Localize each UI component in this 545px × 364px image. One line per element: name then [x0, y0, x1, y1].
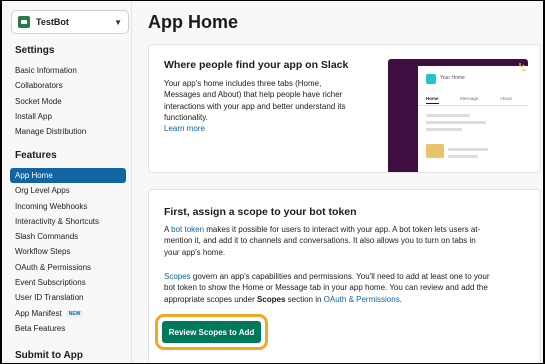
app-switcher[interactable]: TestBot ▼: [11, 10, 129, 34]
para2-line: Scopes govern an app's capabilities and …: [164, 271, 539, 282]
features-section-title: Features: [15, 150, 57, 161]
features-nav: App Home Org Level Apps Incoming Webhook…: [2, 168, 132, 336]
sidebar-item-socket-mode[interactable]: Socket Mode: [2, 94, 132, 109]
para1-line: A bot token makes it possible for users …: [164, 224, 539, 235]
sidebar-item-basic-information[interactable]: Basic Information: [2, 63, 132, 78]
sidebar-item-org-level-apps[interactable]: Org Level Apps: [2, 183, 132, 198]
new-badge: NEW: [65, 309, 84, 318]
desc-line: functionality.: [164, 112, 208, 122]
desc-line: Messages and About) that help people hav…: [164, 90, 343, 100]
para1-line: mention it, and add it to channels and c…: [164, 236, 476, 246]
sidebar-item-beta-features[interactable]: Beta Features: [2, 321, 132, 336]
preview-panel: Your Home Home Message About: [418, 66, 528, 172]
app-config-window: TestBot ▼ Settings Basic Information Col…: [2, 1, 543, 363]
para2-line: appropriate scopes under Scopes section …: [164, 294, 539, 305]
chevron-down-icon: ▼: [114, 17, 122, 27]
preview-tabs: Home Message About: [418, 96, 528, 106]
settings-section-title: Settings: [15, 45, 55, 56]
text: makes it possible for users to interact …: [204, 225, 481, 234]
scopes-bold: Scopes: [256, 294, 286, 304]
para2-line: bot token to show the Home or Message ta…: [164, 283, 488, 293]
sidebar-item-slash-commands[interactable]: Slash Commands: [2, 229, 132, 244]
page-title: App Home: [148, 12, 238, 32]
sidebar-item-incoming-webhooks[interactable]: Incoming Webhooks: [2, 199, 132, 214]
desc-line: Your app's home includes three tabs (Hom…: [164, 79, 322, 88]
preview-line: [426, 121, 486, 124]
submit-section-title: Submit to App: [15, 350, 83, 361]
text: appropriate scopes under: [164, 294, 257, 304]
card-description: Your app's home includes three tabs (Hom…: [164, 78, 384, 134]
sidebar-item-user-id-translation[interactable]: User ID Translation: [2, 290, 132, 305]
sidebar-item-oauth-permissions[interactable]: OAuth & Permissions: [2, 260, 132, 275]
review-scopes-button[interactable]: Review Scopes to Add: [162, 321, 261, 343]
desc-line: interactions with your app and better un…: [164, 101, 346, 111]
preview-tab-about: About: [500, 96, 512, 101]
app-home-preview-illustration: Your Home Home Message About: [388, 59, 528, 172]
scopes-link[interactable]: Scopes: [164, 272, 191, 281]
preview-tab-message: Message: [460, 96, 479, 101]
sidebar-item-app-home[interactable]: App Home: [10, 168, 126, 184]
sidebar-item-label: App Manifest: [15, 308, 62, 318]
app-home-info-card: Where people find your app on Slack Your…: [148, 44, 541, 173]
scopes-description: Scopes govern an app's capabilities and …: [164, 271, 539, 305]
preview-tab-home: Home: [426, 96, 439, 104]
button-highlight: Review Scopes to Add: [155, 314, 268, 350]
oauth-permissions-link[interactable]: OAuth & Permissions: [324, 295, 400, 304]
sparkle-icon: [519, 63, 526, 71]
sidebar-item-interactivity[interactable]: Interactivity & Shortcuts: [2, 214, 132, 229]
text: govern an app's capabilities and permiss…: [190, 272, 490, 281]
sidebar-item-app-manifest[interactable]: App Manifest NEW: [2, 306, 132, 321]
preview-image: [426, 144, 444, 158]
sidebar-item-manage-distribution[interactable]: Manage Distribution: [2, 124, 132, 139]
text: .: [399, 294, 402, 304]
settings-nav: Basic Information Collaborators Socket M…: [2, 63, 132, 139]
preview-line: [448, 148, 488, 151]
app-name: TestBot: [36, 17, 69, 27]
sidebar-item-collaborators[interactable]: Collaborators: [2, 78, 132, 93]
card-title: First, assign a scope to your bot token: [164, 206, 357, 218]
sidebar-item-install-app[interactable]: Install App: [2, 109, 132, 124]
sidebar-item-workflow-steps[interactable]: Workflow Steps: [2, 244, 132, 259]
para1-line: your app's home.: [164, 247, 226, 257]
preview-line: [426, 128, 462, 131]
sidebar: TestBot ▼ Settings Basic Information Col…: [2, 1, 132, 363]
preview-line: [448, 155, 478, 158]
preview-line: [426, 114, 470, 117]
text: section in: [285, 294, 324, 304]
app-icon: [18, 16, 30, 28]
learn-more-link[interactable]: Learn more: [164, 123, 384, 134]
preview-app-name: Your Home: [440, 75, 465, 81]
bot-token-description: A bot token makes it possible for users …: [164, 224, 539, 258]
bot-token-link[interactable]: bot token: [171, 225, 204, 234]
preview-avatar: [426, 74, 436, 84]
card-title: Where people find your app on Slack: [164, 59, 349, 71]
main-content: App Home Where people find your app on S…: [132, 1, 543, 363]
sidebar-item-event-subscriptions[interactable]: Event Subscriptions: [2, 275, 132, 290]
